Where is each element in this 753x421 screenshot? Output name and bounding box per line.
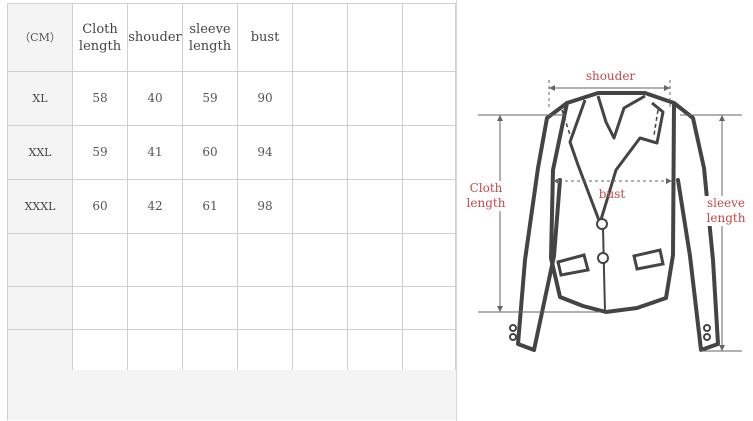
empty-cell xyxy=(7,329,73,373)
empty-cell xyxy=(347,329,403,373)
empty-cell xyxy=(402,233,456,287)
bust-label: bust xyxy=(598,187,626,201)
empty-cell xyxy=(292,233,348,287)
sleeve-length-value: 61 xyxy=(182,179,238,234)
cloth-length-value: 58 xyxy=(72,71,128,126)
col-header-bust: bust xyxy=(237,3,293,72)
empty-cell xyxy=(402,125,456,180)
empty-cell xyxy=(127,233,183,287)
table-row: XL 58 40 59 90 xyxy=(7,71,456,126)
size-chart-table: （CM） Cloth length shouder sleeve length bu… xyxy=(7,3,456,373)
empty-cell xyxy=(347,233,403,287)
bust-value: 94 xyxy=(237,125,293,180)
empty-row xyxy=(7,286,456,330)
shoulder-value: 41 xyxy=(127,125,183,180)
empty-cell xyxy=(402,3,456,72)
sleeve-length-value: 59 xyxy=(182,71,238,126)
jacket-collar xyxy=(561,94,665,225)
empty-cell xyxy=(237,233,293,287)
table-row: XXXL 60 42 61 98 xyxy=(7,179,456,234)
empty-cell xyxy=(292,71,348,126)
table-footer-band xyxy=(7,370,457,420)
empty-cell xyxy=(182,233,238,287)
cloth-length-label: Cloth length xyxy=(464,181,508,211)
empty-cell xyxy=(402,179,456,234)
empty-cell xyxy=(347,3,403,72)
empty-cell xyxy=(72,329,128,373)
shoulder-value: 40 xyxy=(127,71,183,126)
sleeve-length-label: sleeve length xyxy=(702,196,750,226)
jacket-pockets xyxy=(556,227,665,313)
size-label: XXL xyxy=(7,125,73,180)
sleeve-length-value: 60 xyxy=(182,125,238,180)
size-label: XXXL xyxy=(7,179,73,234)
empty-cell xyxy=(237,286,293,330)
col-header-cloth-length: Cloth length xyxy=(72,3,128,72)
divider-line xyxy=(456,0,457,421)
header-row: （CM） Cloth length shouder sleeve length bu… xyxy=(7,3,456,72)
empty-cell xyxy=(127,286,183,330)
empty-cell xyxy=(72,233,128,287)
col-header-sleeve-length: sleeve length xyxy=(182,3,238,72)
jacket-measurement-diagram: shouder bust Cloth length sleeve length xyxy=(458,60,753,360)
empty-cell xyxy=(72,286,128,330)
empty-cell xyxy=(402,286,456,330)
empty-cell xyxy=(7,286,73,330)
empty-cell xyxy=(402,71,456,126)
empty-cell xyxy=(347,179,403,234)
empty-cell xyxy=(292,286,348,330)
table-row: XXL 59 41 60 94 xyxy=(7,125,456,180)
empty-cell xyxy=(127,329,183,373)
bust-value: 90 xyxy=(237,71,293,126)
bust-value: 98 xyxy=(237,179,293,234)
size-label: XL xyxy=(7,71,73,126)
empty-cell xyxy=(292,329,348,373)
empty-cell xyxy=(347,286,403,330)
empty-row xyxy=(7,233,456,287)
empty-cell xyxy=(292,3,348,72)
unit-label: （CM） xyxy=(7,3,73,72)
empty-row xyxy=(7,329,456,373)
empty-cell xyxy=(182,286,238,330)
empty-cell xyxy=(292,125,348,180)
shoulder-value: 42 xyxy=(127,179,183,234)
shoulder-label: shouder xyxy=(583,69,638,84)
empty-cell xyxy=(292,179,348,234)
cloth-length-value: 60 xyxy=(72,179,128,234)
empty-cell xyxy=(402,329,456,373)
empty-cell xyxy=(182,329,238,373)
col-header-shoulder: shouder xyxy=(127,3,183,72)
empty-cell xyxy=(237,329,293,373)
jacket-outline xyxy=(516,91,720,352)
empty-cell xyxy=(347,125,403,180)
cloth-length-value: 59 xyxy=(72,125,128,180)
empty-cell xyxy=(347,71,403,126)
empty-cell xyxy=(7,233,73,287)
